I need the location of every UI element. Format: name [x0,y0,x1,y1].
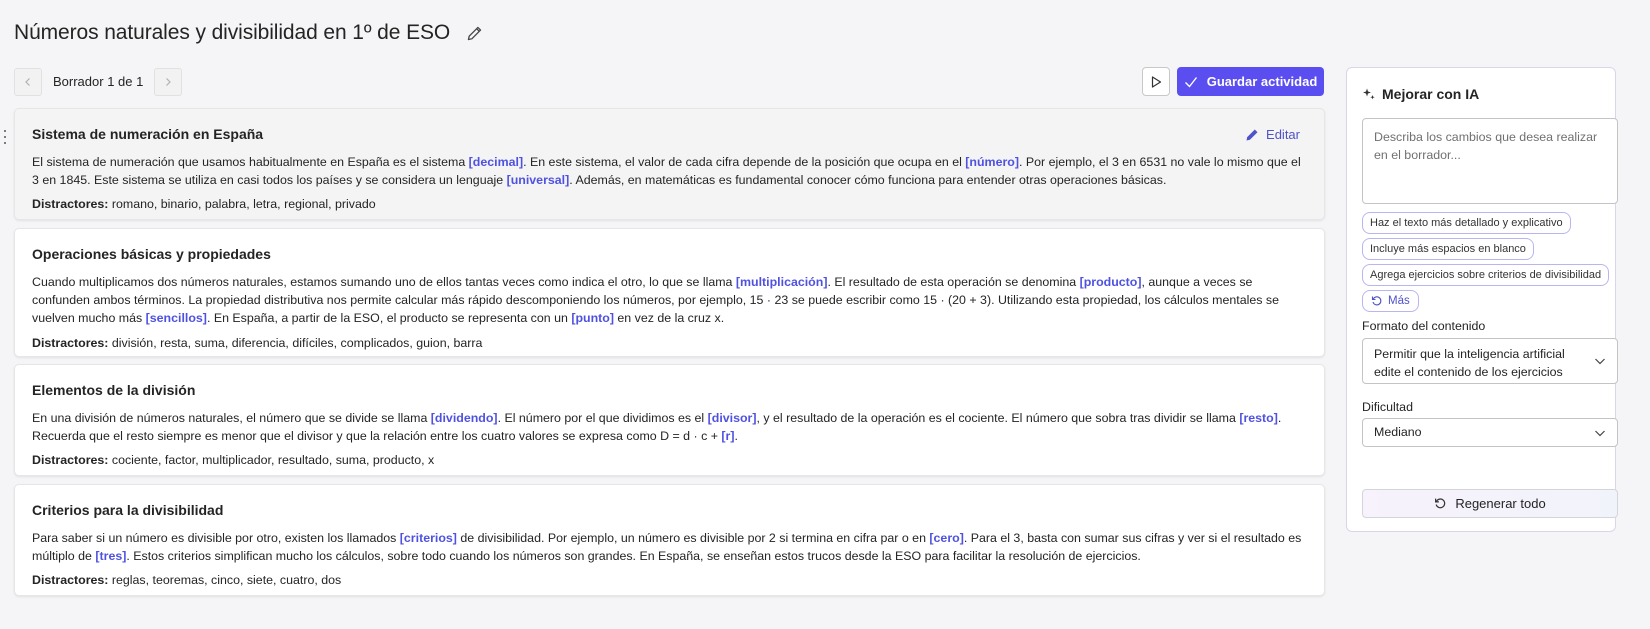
blank-answer: [decimal] [468,155,524,169]
content-format-label: Formato del contenido [1362,319,1486,333]
suggestion-chip[interactable]: Haz el texto más detallado y explicativo [1362,212,1571,234]
more-suggestions-button[interactable]: Más [1362,290,1419,312]
text-segment: de divisibilidad. Por ejemplo, un número… [456,531,930,545]
ai-prompt-input[interactable] [1362,118,1618,204]
more-label: Más [1388,295,1410,307]
panel-title-text: Mejorar con IA [1382,86,1480,102]
play-icon [1151,75,1162,88]
draft-counter: Borrador 1 de 1 [53,74,144,89]
exercise-card[interactable]: Elementos de la división En una división… [14,364,1325,476]
chevron-down-icon [1595,358,1605,365]
text-segment: . En este sistema, el valor de cada cifr… [523,155,966,169]
refresh-icon [1435,498,1446,509]
exercise-text: En una división de números naturales, el… [32,409,1307,445]
exercise-text: Cuando multiplicamos dos números natural… [32,273,1307,328]
preview-button[interactable] [1142,67,1170,96]
edit-button[interactable]: Editar [1245,127,1300,142]
distractors: Distractores: división, resta, suma, dif… [32,334,1307,352]
text-segment: . En España, a partir de la ESO, el prod… [206,311,572,326]
distractors-list: división, resta, suma, diferencia, difíc… [108,335,483,350]
text-segment: , y el resultado de la operación es el c… [756,411,1240,425]
text-segment: . El número por el que dividimos es el [497,411,708,425]
distractors-list: romano, binario, palabra, letra, regiona… [108,197,376,212]
content-format-select[interactable]: Permitir que la inteligencia artificial … [1362,338,1618,384]
regenerate-all-button[interactable]: Regenerar todo [1362,489,1618,518]
distractors: Distractores: cociente, factor, multipli… [32,451,1307,469]
exercise-title: Criterios para la divisibilidad [32,502,224,518]
distractors-label: Distractores: [32,197,109,212]
text-segment: . Estos criterios simplifican mucho los … [126,549,1141,564]
blank-answer: [punto] [571,311,614,326]
distractors-label: Distractores: [32,453,109,468]
blank-answer: [sencillos] [145,311,207,326]
main-toolbar: Guardar actividad [1142,67,1324,96]
save-activity-button[interactable]: Guardar actividad [1177,67,1324,96]
suggestion-chip[interactable]: Agrega ejercicios sobre criterios de div… [1362,264,1610,286]
page-title: Números naturales y divisibilidad en 1º … [14,21,451,44]
refresh-icon [1371,296,1382,306]
blank-answer: [producto] [1079,275,1142,289]
panel-title: Mejorar con IA [1362,86,1479,102]
sparkle-icon [1363,88,1375,100]
blank-answer: [divisor] [707,411,757,425]
distractors: Distractores: reglas, teoremas, cinco, s… [32,571,1307,589]
checkmark-icon [1184,76,1197,88]
exercise-title: Operaciones básicas y propiedades [32,246,271,262]
content-format-value: Permitir que la inteligencia artificial … [1374,347,1565,379]
edit-label: Editar [1266,127,1300,142]
exercise-title: Elementos de la división [32,382,196,398]
blank-answer: [resto] [1239,411,1278,425]
exercise-text: Para saber si un número es divisible por… [32,529,1307,565]
drag-handle[interactable] [2,130,8,144]
chevron-down-icon [1595,430,1605,436]
exercise-card[interactable]: Criterios para la divisibilidad Para sab… [14,484,1325,596]
regenerate-all-label: Regenerar todo [1455,496,1546,511]
blank-answer: [cero] [929,531,964,545]
distractors-label: Distractores: [32,573,109,588]
exercise-card[interactable]: Sistema de numeración en España Editar E… [14,108,1325,220]
exercise-card[interactable]: Operaciones básicas y propiedades Cuando… [14,228,1325,357]
chevron-left-icon [25,77,30,86]
difficulty-select[interactable]: Mediano [1362,418,1618,447]
blank-answer: [r] [721,429,735,444]
distractors: Distractores: romano, binario, palabra, … [32,195,1307,213]
distractors-label: Distractores: [32,335,109,350]
exercise-title: Sistema de numeración en España [32,126,264,142]
pencil-icon[interactable] [464,23,484,43]
text-segment: En una división de números naturales, el… [32,411,431,425]
exercise-text: El sistema de numeración que usamos habi… [32,153,1307,189]
text-segment: . Además, en matemáticas es fundamental … [569,173,1167,188]
blank-answer: [número] [965,155,1019,169]
suggestion-chip[interactable]: Incluye más espacios en blanco [1362,238,1534,260]
blank-answer: [dividendo] [430,411,498,425]
blank-answer: [criterios] [399,531,457,545]
text-segment: . [734,429,738,444]
text-segment: . El resultado de esta operación se deno… [827,275,1080,289]
distractors-list: reglas, teoremas, cinco, siete, cuatro, … [108,573,342,588]
text-segment: en vez de la cruz x. [613,311,725,326]
draft-navigation: Borrador 1 de 1 [14,67,183,96]
text-segment: Para saber si un número es divisible por… [32,531,400,545]
difficulty-value: Mediano [1374,425,1422,439]
next-draft-button[interactable] [154,67,183,96]
distractors-list: cociente, factor, multiplicador, resulta… [108,453,435,468]
title-row: Números naturales y divisibilidad en 1º … [14,16,484,50]
text-segment: Cuando multiplicamos dos números natural… [32,275,736,289]
save-activity-label: Guardar actividad [1206,74,1318,89]
chevron-right-icon [166,77,172,86]
difficulty-label: Dificultad [1362,400,1413,414]
pencil-icon [1246,129,1258,140]
blank-answer: [multiplicación] [735,275,828,289]
blank-answer: [universal] [506,173,570,188]
blank-answer: [tres] [95,549,127,564]
suggestion-chips: Haz el texto más detallado y explicativo… [1362,212,1618,316]
text-segment: El sistema de numeración que usamos habi… [32,155,469,169]
previous-draft-button[interactable] [14,67,42,96]
ai-improve-panel: Mejorar con IA Haz el texto más detallad… [1346,67,1618,532]
